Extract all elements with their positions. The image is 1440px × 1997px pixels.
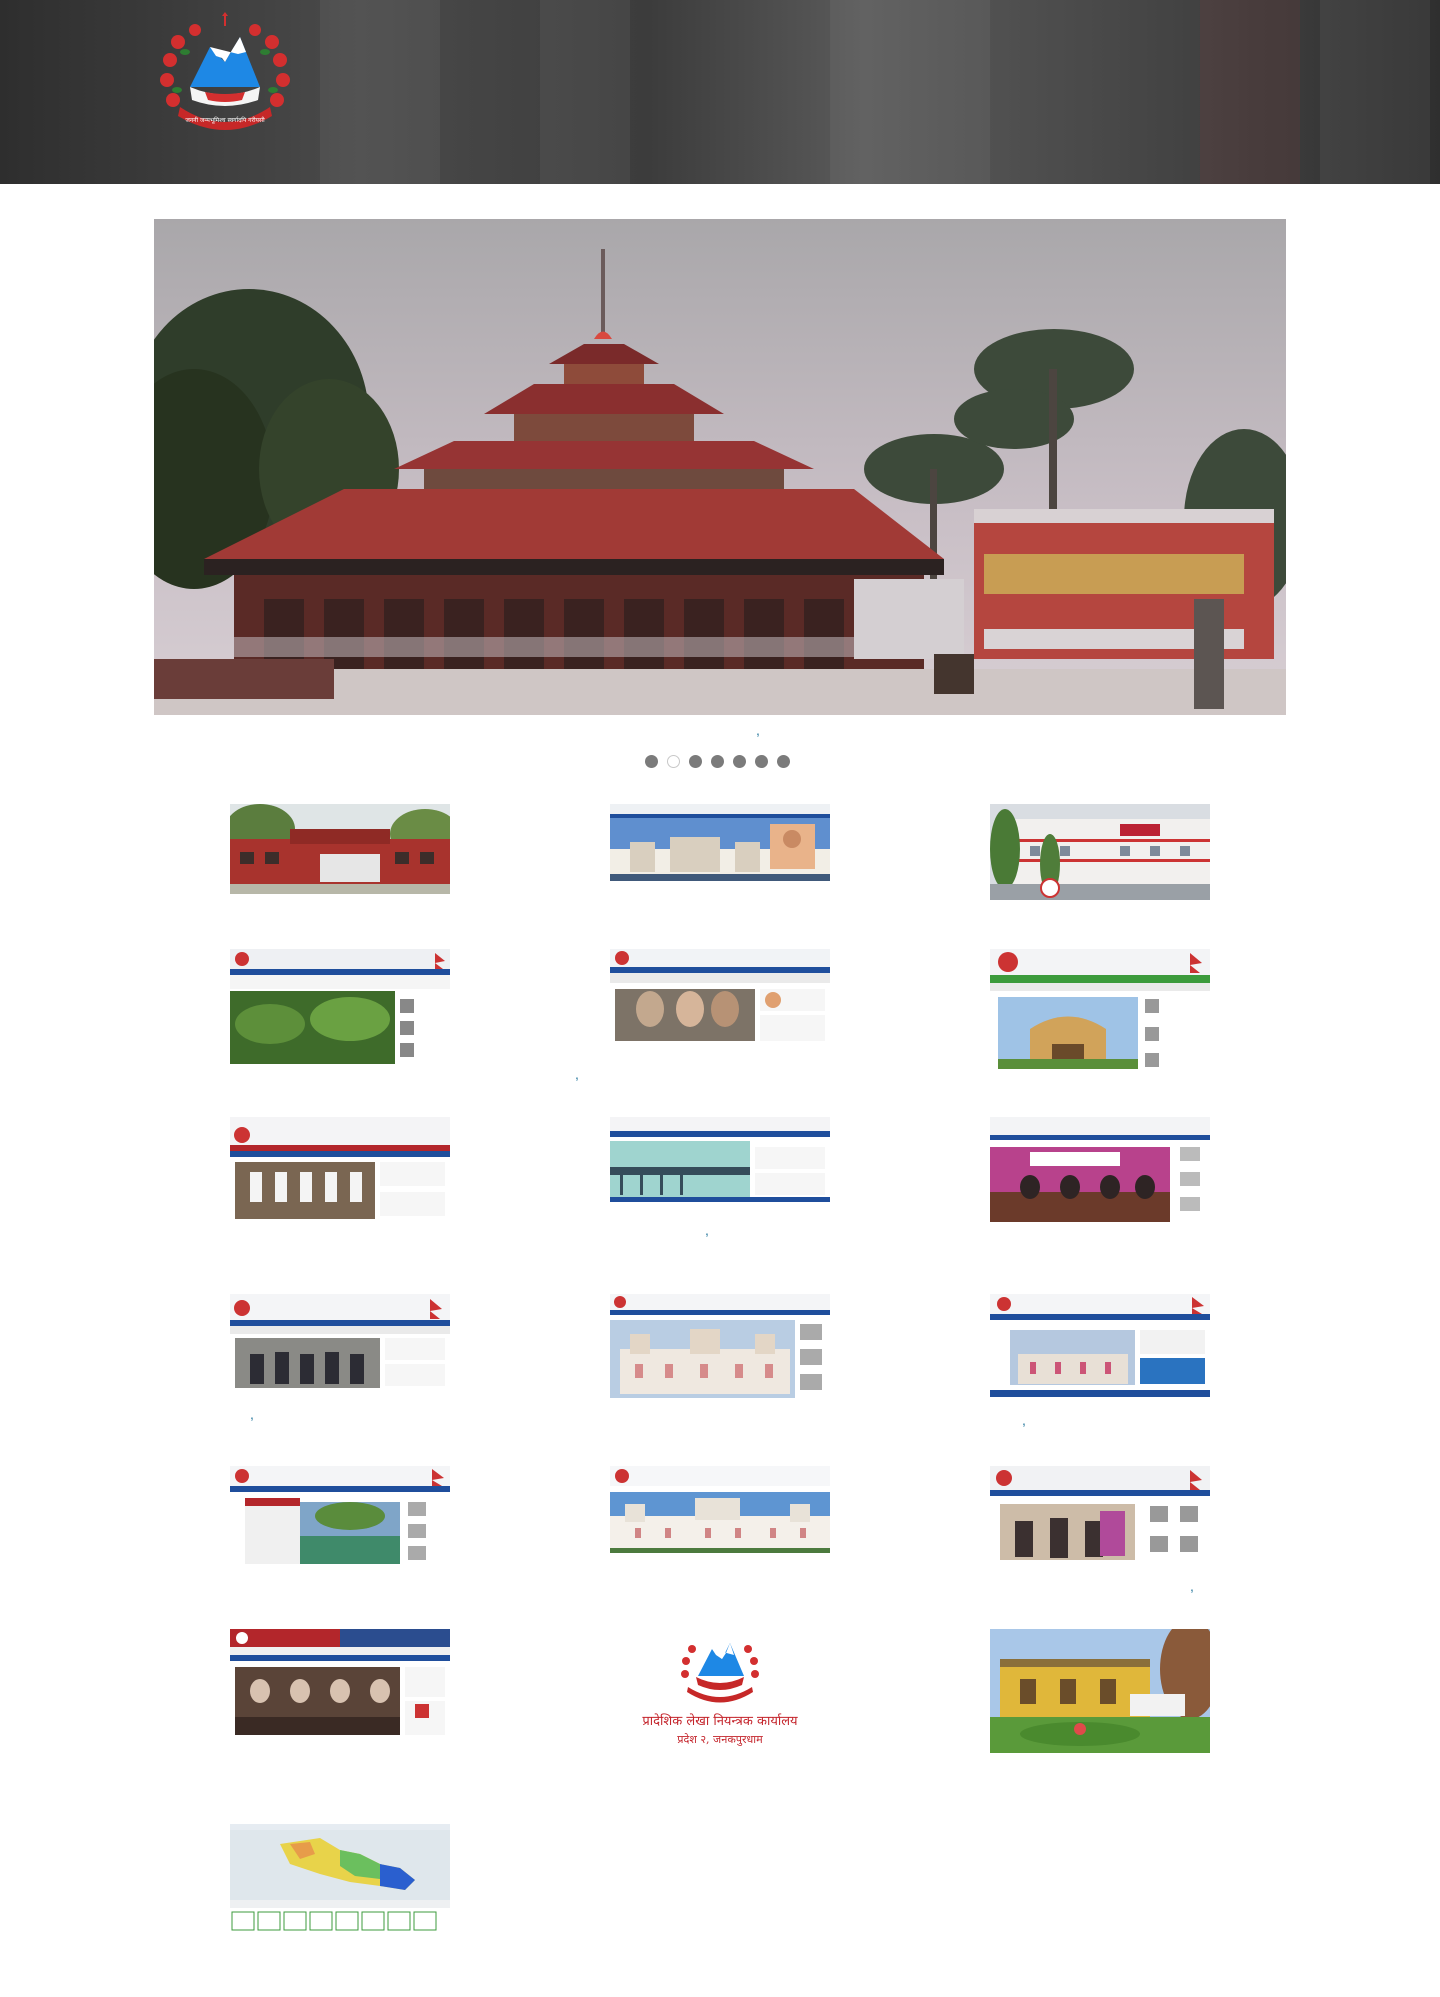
link-thumb-pond-office[interactable] xyxy=(230,1466,450,1566)
link-thumb-province-palace[interactable] xyxy=(610,804,830,881)
slider-dot-6[interactable] xyxy=(755,755,768,768)
slider-pagination xyxy=(645,755,790,769)
link-thumb-public-service[interactable] xyxy=(990,1466,1210,1562)
link-thumb-ministry-gate[interactable] xyxy=(990,949,1210,1074)
link-thumb-ministry-group[interactable] xyxy=(230,1117,450,1222)
thumb-caption-mark: , xyxy=(1190,1578,1194,1594)
accounts-office-title: प्रादेशिक लेखा नियन्त्रक कार्यालय xyxy=(642,1714,798,1729)
link-thumb-map-portal[interactable] xyxy=(230,1824,450,1932)
link-thumb-palace-day[interactable] xyxy=(610,1466,830,1553)
link-thumb-office-meeting[interactable] xyxy=(230,1629,450,1739)
link-thumb-ministry-meeting[interactable] xyxy=(990,1117,1210,1224)
header-bg-shelf xyxy=(1200,0,1300,184)
slider-dot-1[interactable] xyxy=(645,755,658,768)
slider-dot-3[interactable] xyxy=(689,755,702,768)
link-thumb-palace-office[interactable] xyxy=(610,1294,830,1398)
header-bg-shelf xyxy=(830,0,990,184)
emblem-motto: जननी जन्मभूमिश्च स्वर्गादपि गरीयसी xyxy=(185,116,265,124)
link-thumb-palace-education[interactable] xyxy=(990,1294,1210,1397)
thumb-caption-mark: , xyxy=(250,1406,254,1422)
slider-dot-2[interactable] xyxy=(667,755,680,768)
thumb-caption-mark: , xyxy=(1022,1412,1026,1428)
hero-slider-image[interactable] xyxy=(154,219,1286,715)
header-bg-shelf xyxy=(540,0,630,184)
link-thumb-yellow-building[interactable] xyxy=(990,1629,1210,1753)
slider-dot-5[interactable] xyxy=(733,755,746,768)
link-thumb-accounts-office-logo[interactable]: प्रादेशिक लेखा नियन्त्रक कार्यालय प्रदेश… xyxy=(630,1631,810,1751)
header-bg-shelf xyxy=(320,0,440,184)
slider-dot-7[interactable] xyxy=(777,755,790,768)
link-thumb-white-building[interactable] xyxy=(990,804,1210,900)
nepal-emblem-logo[interactable]: जननी जन्मभूमिश्च स्वर्गादपि गरीयसी xyxy=(150,12,300,136)
thumb-caption-mark: , xyxy=(705,1222,709,1238)
link-thumb-ministry-banana[interactable] xyxy=(230,949,450,1064)
link-thumb-red-building[interactable] xyxy=(230,804,450,894)
slider-caption-mark: , xyxy=(756,722,760,738)
link-thumb-ministry-people[interactable] xyxy=(610,949,830,1046)
header-bg-shelf xyxy=(1320,0,1430,184)
accounts-office-subtitle: प्रदेश २, जनकपुरधाम xyxy=(677,1733,763,1746)
slider-dot-4[interactable] xyxy=(711,755,724,768)
link-thumb-ministry-bridge[interactable] xyxy=(610,1117,830,1202)
thumb-caption-mark: , xyxy=(575,1066,579,1082)
link-thumb-ministry-team[interactable] xyxy=(230,1294,450,1390)
site-header: जननी जन्मभूमिश्च स्वर्गादपि गरीयसी xyxy=(0,0,1440,184)
